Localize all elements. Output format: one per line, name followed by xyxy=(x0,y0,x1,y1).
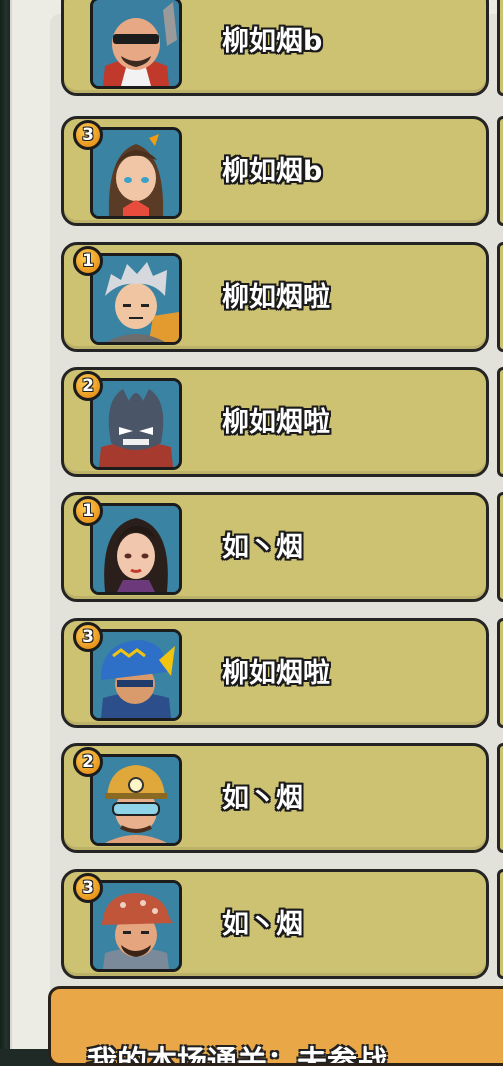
rank-badge: 1 xyxy=(73,496,103,526)
blue-helmet-knight-avatar xyxy=(90,629,182,721)
adjacent-card-edge xyxy=(497,492,503,602)
player-row[interactable]: 3 如丶烟 xyxy=(61,869,489,979)
rank-badge: 2 xyxy=(73,747,103,777)
adjacent-card-edge xyxy=(497,618,503,728)
silver-hair-boy-avatar xyxy=(90,253,182,345)
player-name: 如丶烟 xyxy=(222,909,303,940)
adjacent-card-edge xyxy=(497,0,503,96)
player-name: 如丶烟 xyxy=(222,532,303,563)
player-row[interactable]: 2 如丶烟 xyxy=(61,743,489,853)
adjacent-card-edge xyxy=(497,869,503,979)
miner-goggles-avatar xyxy=(90,754,182,846)
rank-badge: 2 xyxy=(73,371,103,401)
player-name: 柳如烟啦 xyxy=(222,407,330,438)
player-row[interactable]: 1 柳如烟啦 xyxy=(61,242,489,352)
rank-badge: 1 xyxy=(73,246,103,276)
adjacent-card-edge xyxy=(497,743,503,853)
player-row[interactable]: 1 如丶烟 xyxy=(61,492,489,602)
player-row[interactable]: 3 柳如烟啦 xyxy=(61,618,489,728)
player-name: 柳如烟b xyxy=(222,156,323,187)
adjacent-card-edge xyxy=(497,116,503,226)
my-result-text: 我的本场通关：未参战 xyxy=(87,1045,387,1066)
masked-bandit-avatar xyxy=(90,378,182,470)
player-list: 柳如烟b 3 柳如烟b 1 柳如烟啦 2 柳如烟啦 1 如丶烟 3 柳如烟啦 2… xyxy=(0,0,503,1049)
player-name: 如丶烟 xyxy=(222,783,303,814)
rank-badge: 3 xyxy=(73,622,103,652)
player-row[interactable]: 柳如烟b xyxy=(61,0,489,96)
adjacent-card-edge xyxy=(497,367,503,477)
ponytail-girl-avatar xyxy=(90,127,182,219)
my-result-panel: 我的本场通关：未参战 xyxy=(48,986,503,1066)
bandana-man-avatar xyxy=(90,880,182,972)
player-name: 柳如烟啦 xyxy=(222,658,330,689)
rank-badge: 3 xyxy=(73,120,103,150)
sunglasses-boss-avatar xyxy=(90,0,182,89)
dark-hair-woman-avatar xyxy=(90,503,182,595)
player-name: 柳如烟b xyxy=(222,26,323,57)
rank-badge: 3 xyxy=(73,873,103,903)
adjacent-card-edge xyxy=(497,242,503,352)
player-name: 柳如烟啦 xyxy=(222,282,330,313)
player-row[interactable]: 3 柳如烟b xyxy=(61,116,489,226)
player-row[interactable]: 2 柳如烟啦 xyxy=(61,367,489,477)
